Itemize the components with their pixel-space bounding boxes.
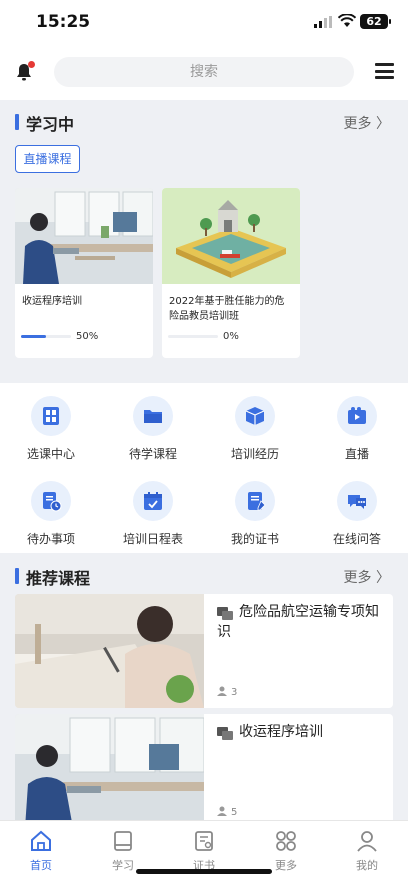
section-title: 学习中	[26, 115, 75, 134]
folder-icon	[133, 396, 173, 436]
chat-bubbles-icon	[337, 481, 377, 521]
top-bar: 搜索	[0, 46, 408, 100]
shortcut-label: 培训日程表	[122, 532, 183, 546]
progress-bar	[21, 335, 71, 338]
course-thumbnail	[162, 188, 300, 284]
notification-dot	[28, 61, 35, 68]
search-input[interactable]: 搜索	[54, 57, 354, 87]
shortcut-label: 待学课程	[128, 447, 177, 461]
tab-label: 我的	[356, 859, 378, 872]
book-box-icon	[235, 396, 275, 436]
progress-label: 0%	[223, 331, 239, 342]
shortcut-grid: 选课中心 待学课程 培训经历 直播 待办事项 培训日程表 我的证书 在线问答	[0, 383, 408, 553]
menu-icon[interactable]	[375, 63, 394, 79]
course-name: 收运程序培训	[22, 296, 82, 307]
user-icon	[217, 686, 227, 696]
status-bar: 15:25 62	[0, 0, 408, 46]
shortcut-label: 待办事项	[26, 532, 75, 546]
shortcut-live[interactable]: 直播	[306, 387, 408, 467]
shortcut-label: 我的证书	[230, 532, 279, 546]
shortcut-pending-courses[interactable]: 待学课程	[102, 387, 204, 467]
learner-count: 3	[217, 686, 237, 698]
progress-label: 50%	[76, 331, 99, 342]
shortcut-label: 直播	[344, 447, 369, 461]
home-icon	[31, 830, 51, 851]
status-time: 15:25	[36, 12, 91, 32]
course-card[interactable]: 2022年基于胜任能力的危险品教员培训班 0%	[162, 188, 300, 358]
certificate-icon	[235, 481, 275, 521]
course-thumbnail	[15, 714, 204, 828]
shortcut-training-history[interactable]: 培训经历	[204, 387, 306, 467]
cellular-signal-icon	[314, 16, 332, 28]
grid-icon	[276, 831, 296, 851]
shortcut-label: 选课中心	[26, 447, 75, 461]
section-title: 推荐课程	[26, 569, 91, 588]
tab-label: 首页	[30, 859, 52, 872]
battery-icon: 62	[360, 14, 391, 29]
course-title: 收运程序培训	[239, 724, 323, 740]
live-video-icon	[337, 396, 377, 436]
tab-home[interactable]: 首页	[0, 821, 82, 877]
calendar-icon	[133, 481, 173, 521]
progress-bar	[168, 335, 218, 338]
home-indicator	[136, 869, 272, 874]
recommended-course-card[interactable]: 收运程序培训 5	[15, 714, 393, 828]
live-course-button[interactable]: 直播课程	[15, 145, 80, 173]
recommended-section-header: 推荐课程 更多 〉	[0, 555, 408, 595]
certificate-icon	[195, 831, 213, 851]
notification-bell-icon[interactable]	[14, 61, 35, 82]
course-card[interactable]: 收运程序培训 50%	[15, 188, 153, 358]
shortcut-course-select[interactable]: 选课中心	[0, 387, 102, 467]
course-select-icon	[31, 396, 71, 436]
course-thumbnail	[15, 594, 204, 708]
wifi-icon	[338, 14, 356, 27]
todo-clock-icon	[31, 481, 71, 521]
recommended-course-card[interactable]: 危险品航空运输专项知识 3	[15, 594, 393, 708]
course-name: 2022年基于胜任能力的危险品教员培训班	[169, 296, 285, 322]
learner-count: 5	[217, 806, 237, 818]
course-thumbnail	[15, 188, 153, 284]
more-link[interactable]: 更多 〉	[344, 567, 390, 587]
shortcut-label: 在线问答	[332, 532, 381, 546]
shortcut-todo[interactable]: 待办事项	[0, 472, 102, 552]
course-title: 危险品航空运输专项知识	[217, 604, 379, 640]
tab-mine[interactable]: 我的	[326, 821, 408, 877]
shortcut-training-schedule[interactable]: 培训日程表	[102, 472, 204, 552]
more-link[interactable]: 更多 〉	[344, 113, 390, 133]
user-icon	[217, 806, 227, 816]
shortcut-label: 培训经历	[230, 447, 279, 461]
book-icon	[114, 831, 132, 851]
shortcut-online-qa[interactable]: 在线问答	[306, 472, 408, 552]
learning-section-header: 学习中 更多 〉	[0, 101, 408, 141]
shortcut-my-certificates[interactable]: 我的证书	[204, 472, 306, 552]
user-icon	[357, 831, 377, 852]
